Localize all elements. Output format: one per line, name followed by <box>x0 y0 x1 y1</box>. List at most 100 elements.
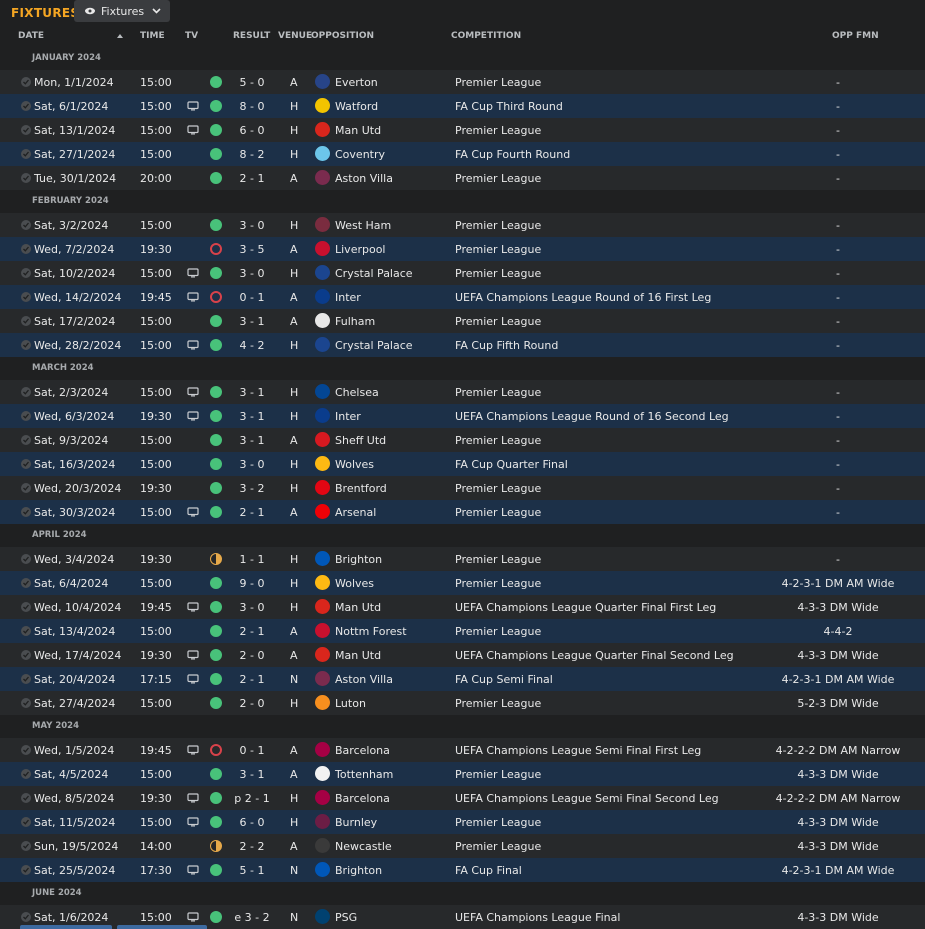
column-header-date[interactable]: DATE <box>18 31 44 41</box>
fixture-competition[interactable]: UEFA Champions League Semi Final Second … <box>455 792 719 805</box>
fixture-result[interactable]: 2 - 1 <box>228 172 276 185</box>
fixture-competition[interactable]: Premier League <box>455 768 541 781</box>
fixture-opposition[interactable]: Watford <box>335 100 378 113</box>
fixture-row[interactable]: Wed, 3/4/2024 19:30 1 - 1 H Brighton Premier … <box>0 547 925 571</box>
fixture-opposition[interactable]: Barcelona <box>335 792 390 805</box>
fixture-opposition[interactable]: Chelsea <box>335 386 379 399</box>
fixture-competition[interactable]: Premier League <box>455 697 541 710</box>
fixture-opposition[interactable]: Crystal Palace <box>335 267 413 280</box>
fixture-row[interactable]: Sat, 4/5/2024 15:00 3 - 1 A Tottenham Premier… <box>0 762 925 786</box>
fixture-opposition[interactable]: Burnley <box>335 816 377 829</box>
fixture-result[interactable]: 0 - 1 <box>228 291 276 304</box>
fixture-competition[interactable]: Premier League <box>455 267 541 280</box>
fixture-competition[interactable]: Premier League <box>455 386 541 399</box>
fixture-competition[interactable]: UEFA Champions League Quarter Final Firs… <box>455 601 716 614</box>
fixture-row[interactable]: Sat, 27/1/2024 15:00 8 - 2 H Coventry FA Cup … <box>0 142 925 166</box>
fixture-competition[interactable]: Premier League <box>455 482 541 495</box>
column-header-venue[interactable]: VENUE <box>278 31 312 41</box>
fixture-competition[interactable]: FA Cup Third Round <box>455 100 563 113</box>
fixture-result[interactable]: 3 - 0 <box>228 458 276 471</box>
fixture-result[interactable]: 4 - 2 <box>228 339 276 352</box>
fixture-opposition[interactable]: Fulham <box>335 315 375 328</box>
fixture-row[interactable]: Wed, 10/4/2024 19:45 3 - 0 H Man Utd UEFA Cha… <box>0 595 925 619</box>
fixture-row[interactable]: Sat, 9/3/2024 15:00 3 - 1 A Sheff Utd Premier… <box>0 428 925 452</box>
fixture-result[interactable]: 3 - 0 <box>228 601 276 614</box>
fixture-result[interactable]: 2 - 1 <box>228 625 276 638</box>
fixture-row[interactable]: Sat, 13/1/2024 15:00 6 - 0 H Man Utd Premier … <box>0 118 925 142</box>
fixture-result[interactable]: 0 - 1 <box>228 744 276 757</box>
fixture-row[interactable]: Wed, 8/5/2024 19:30 p 2 - 1 H Barcelona UEFA … <box>0 786 925 810</box>
fixture-opposition[interactable]: Barcelona <box>335 744 390 757</box>
fixture-row[interactable]: Tue, 30/1/2024 20:00 2 - 1 A Aston Villa Prem… <box>0 166 925 190</box>
fixture-opposition[interactable]: Everton <box>335 76 378 89</box>
fixture-opposition[interactable]: Wolves <box>335 458 374 471</box>
fixture-competition[interactable]: UEFA Champions League Final <box>455 911 620 924</box>
fixture-competition[interactable]: Premier League <box>455 840 541 853</box>
fixture-result[interactable]: 2 - 0 <box>228 649 276 662</box>
fixture-row[interactable]: Wed, 6/3/2024 19:30 3 - 1 H Inter UEFA Champi… <box>0 404 925 428</box>
fixture-opposition[interactable]: West Ham <box>335 219 391 232</box>
fixture-competition[interactable]: UEFA Champions League Round of 16 Second… <box>455 410 729 423</box>
fixture-competition[interactable]: Premier League <box>455 124 541 137</box>
fixture-row[interactable]: Sat, 6/1/2024 15:00 8 - 0 H Watford FA Cup Th… <box>0 94 925 118</box>
fixture-result[interactable]: 3 - 5 <box>228 243 276 256</box>
fixture-result[interactable]: 3 - 0 <box>228 267 276 280</box>
fixture-result[interactable]: 3 - 2 <box>228 482 276 495</box>
fixture-result[interactable]: 8 - 2 <box>228 148 276 161</box>
fixture-competition[interactable]: Premier League <box>455 816 541 829</box>
fixture-row[interactable]: Sun, 19/5/2024 14:00 2 - 2 A Newcastle Premie… <box>0 834 925 858</box>
fixture-result[interactable]: 3 - 1 <box>228 315 276 328</box>
fixture-row[interactable]: Sat, 25/5/2024 17:30 5 - 1 N Brighton FA Cup … <box>0 858 925 882</box>
fixture-opposition[interactable]: Inter <box>335 410 361 423</box>
fixture-result[interactable]: p 2 - 1 <box>228 792 276 805</box>
fixture-competition[interactable]: FA Cup Semi Final <box>455 673 553 686</box>
column-header-time[interactable]: TIME <box>140 31 165 41</box>
fixture-competition[interactable]: FA Cup Quarter Final <box>455 458 568 471</box>
fixture-opposition[interactable]: Luton <box>335 697 366 710</box>
fixture-opposition[interactable]: Aston Villa <box>335 172 393 185</box>
column-header-opposition[interactable]: OPPOSITION <box>311 31 374 41</box>
fixture-opposition[interactable]: Nottm Forest <box>335 625 407 638</box>
fixture-competition[interactable]: FA Cup Fifth Round <box>455 339 558 352</box>
fixture-competition[interactable]: Premier League <box>455 243 541 256</box>
column-header-result[interactable]: RESULT <box>233 31 270 41</box>
fixture-result[interactable]: e 3 - 2 <box>228 911 276 924</box>
fixture-opposition[interactable]: Man Utd <box>335 124 381 137</box>
fixture-opposition[interactable]: Inter <box>335 291 361 304</box>
fixture-competition[interactable]: Premier League <box>455 577 541 590</box>
fixture-result[interactable]: 6 - 0 <box>228 124 276 137</box>
fixture-row[interactable]: Sat, 3/2/2024 15:00 3 - 0 H West Ham Premier … <box>0 213 925 237</box>
fixture-row[interactable]: Sat, 2/3/2024 15:00 3 - 1 H Chelsea Premier L… <box>0 380 925 404</box>
fixture-result[interactable]: 2 - 1 <box>228 673 276 686</box>
fixture-opposition[interactable]: Crystal Palace <box>335 339 413 352</box>
fixture-row[interactable]: Sat, 27/4/2024 15:00 2 - 0 H Luton Premier Le… <box>0 691 925 715</box>
fixture-result[interactable]: 3 - 1 <box>228 768 276 781</box>
fixture-result[interactable]: 2 - 2 <box>228 840 276 853</box>
fixture-opposition[interactable]: Tottenham <box>335 768 393 781</box>
fixture-row[interactable]: Wed, 17/4/2024 19:30 2 - 0 A Man Utd UEFA Cha… <box>0 643 925 667</box>
fixture-result[interactable]: 3 - 1 <box>228 410 276 423</box>
fixture-competition[interactable]: FA Cup Fourth Round <box>455 148 570 161</box>
fixture-row[interactable]: Wed, 28/2/2024 15:00 4 - 2 H Crystal Palace F… <box>0 333 925 357</box>
fixture-row[interactable]: Sat, 30/3/2024 15:00 2 - 1 A Arsenal Premier … <box>0 500 925 524</box>
fixture-competition[interactable]: FA Cup Final <box>455 864 522 877</box>
fixture-competition[interactable]: Premier League <box>455 315 541 328</box>
fixture-result[interactable]: 6 - 0 <box>228 816 276 829</box>
fixture-row[interactable]: Sat, 16/3/2024 15:00 3 - 0 H Wolves FA Cup Qu… <box>0 452 925 476</box>
fixture-row[interactable]: Mon, 1/1/2024 15:00 5 - 0 A Everton Premier L… <box>0 70 925 94</box>
fixture-result[interactable]: 3 - 0 <box>228 219 276 232</box>
fixture-competition[interactable]: UEFA Champions League Quarter Final Seco… <box>455 649 734 662</box>
fixture-row[interactable]: Sat, 6/4/2024 15:00 9 - 0 H Wolves Premier Le… <box>0 571 925 595</box>
fixture-competition[interactable]: Premier League <box>455 553 541 566</box>
fixture-opposition[interactable]: Coventry <box>335 148 385 161</box>
fixture-opposition[interactable]: Liverpool <box>335 243 385 256</box>
fixture-opposition[interactable]: Brighton <box>335 864 382 877</box>
fixture-result[interactable]: 2 - 1 <box>228 506 276 519</box>
fixture-row[interactable]: Sat, 11/5/2024 15:00 6 - 0 H Burnley Premier … <box>0 810 925 834</box>
fixture-competition[interactable]: Premier League <box>455 172 541 185</box>
fixture-row[interactable]: Sat, 10/2/2024 15:00 3 - 0 H Crystal Palace P… <box>0 261 925 285</box>
view-selector-button[interactable]: Fixtures <box>74 0 170 22</box>
fixture-opposition[interactable]: Sheff Utd <box>335 434 386 447</box>
fixture-opposition[interactable]: Brighton <box>335 553 382 566</box>
fixture-competition[interactable]: Premier League <box>455 506 541 519</box>
